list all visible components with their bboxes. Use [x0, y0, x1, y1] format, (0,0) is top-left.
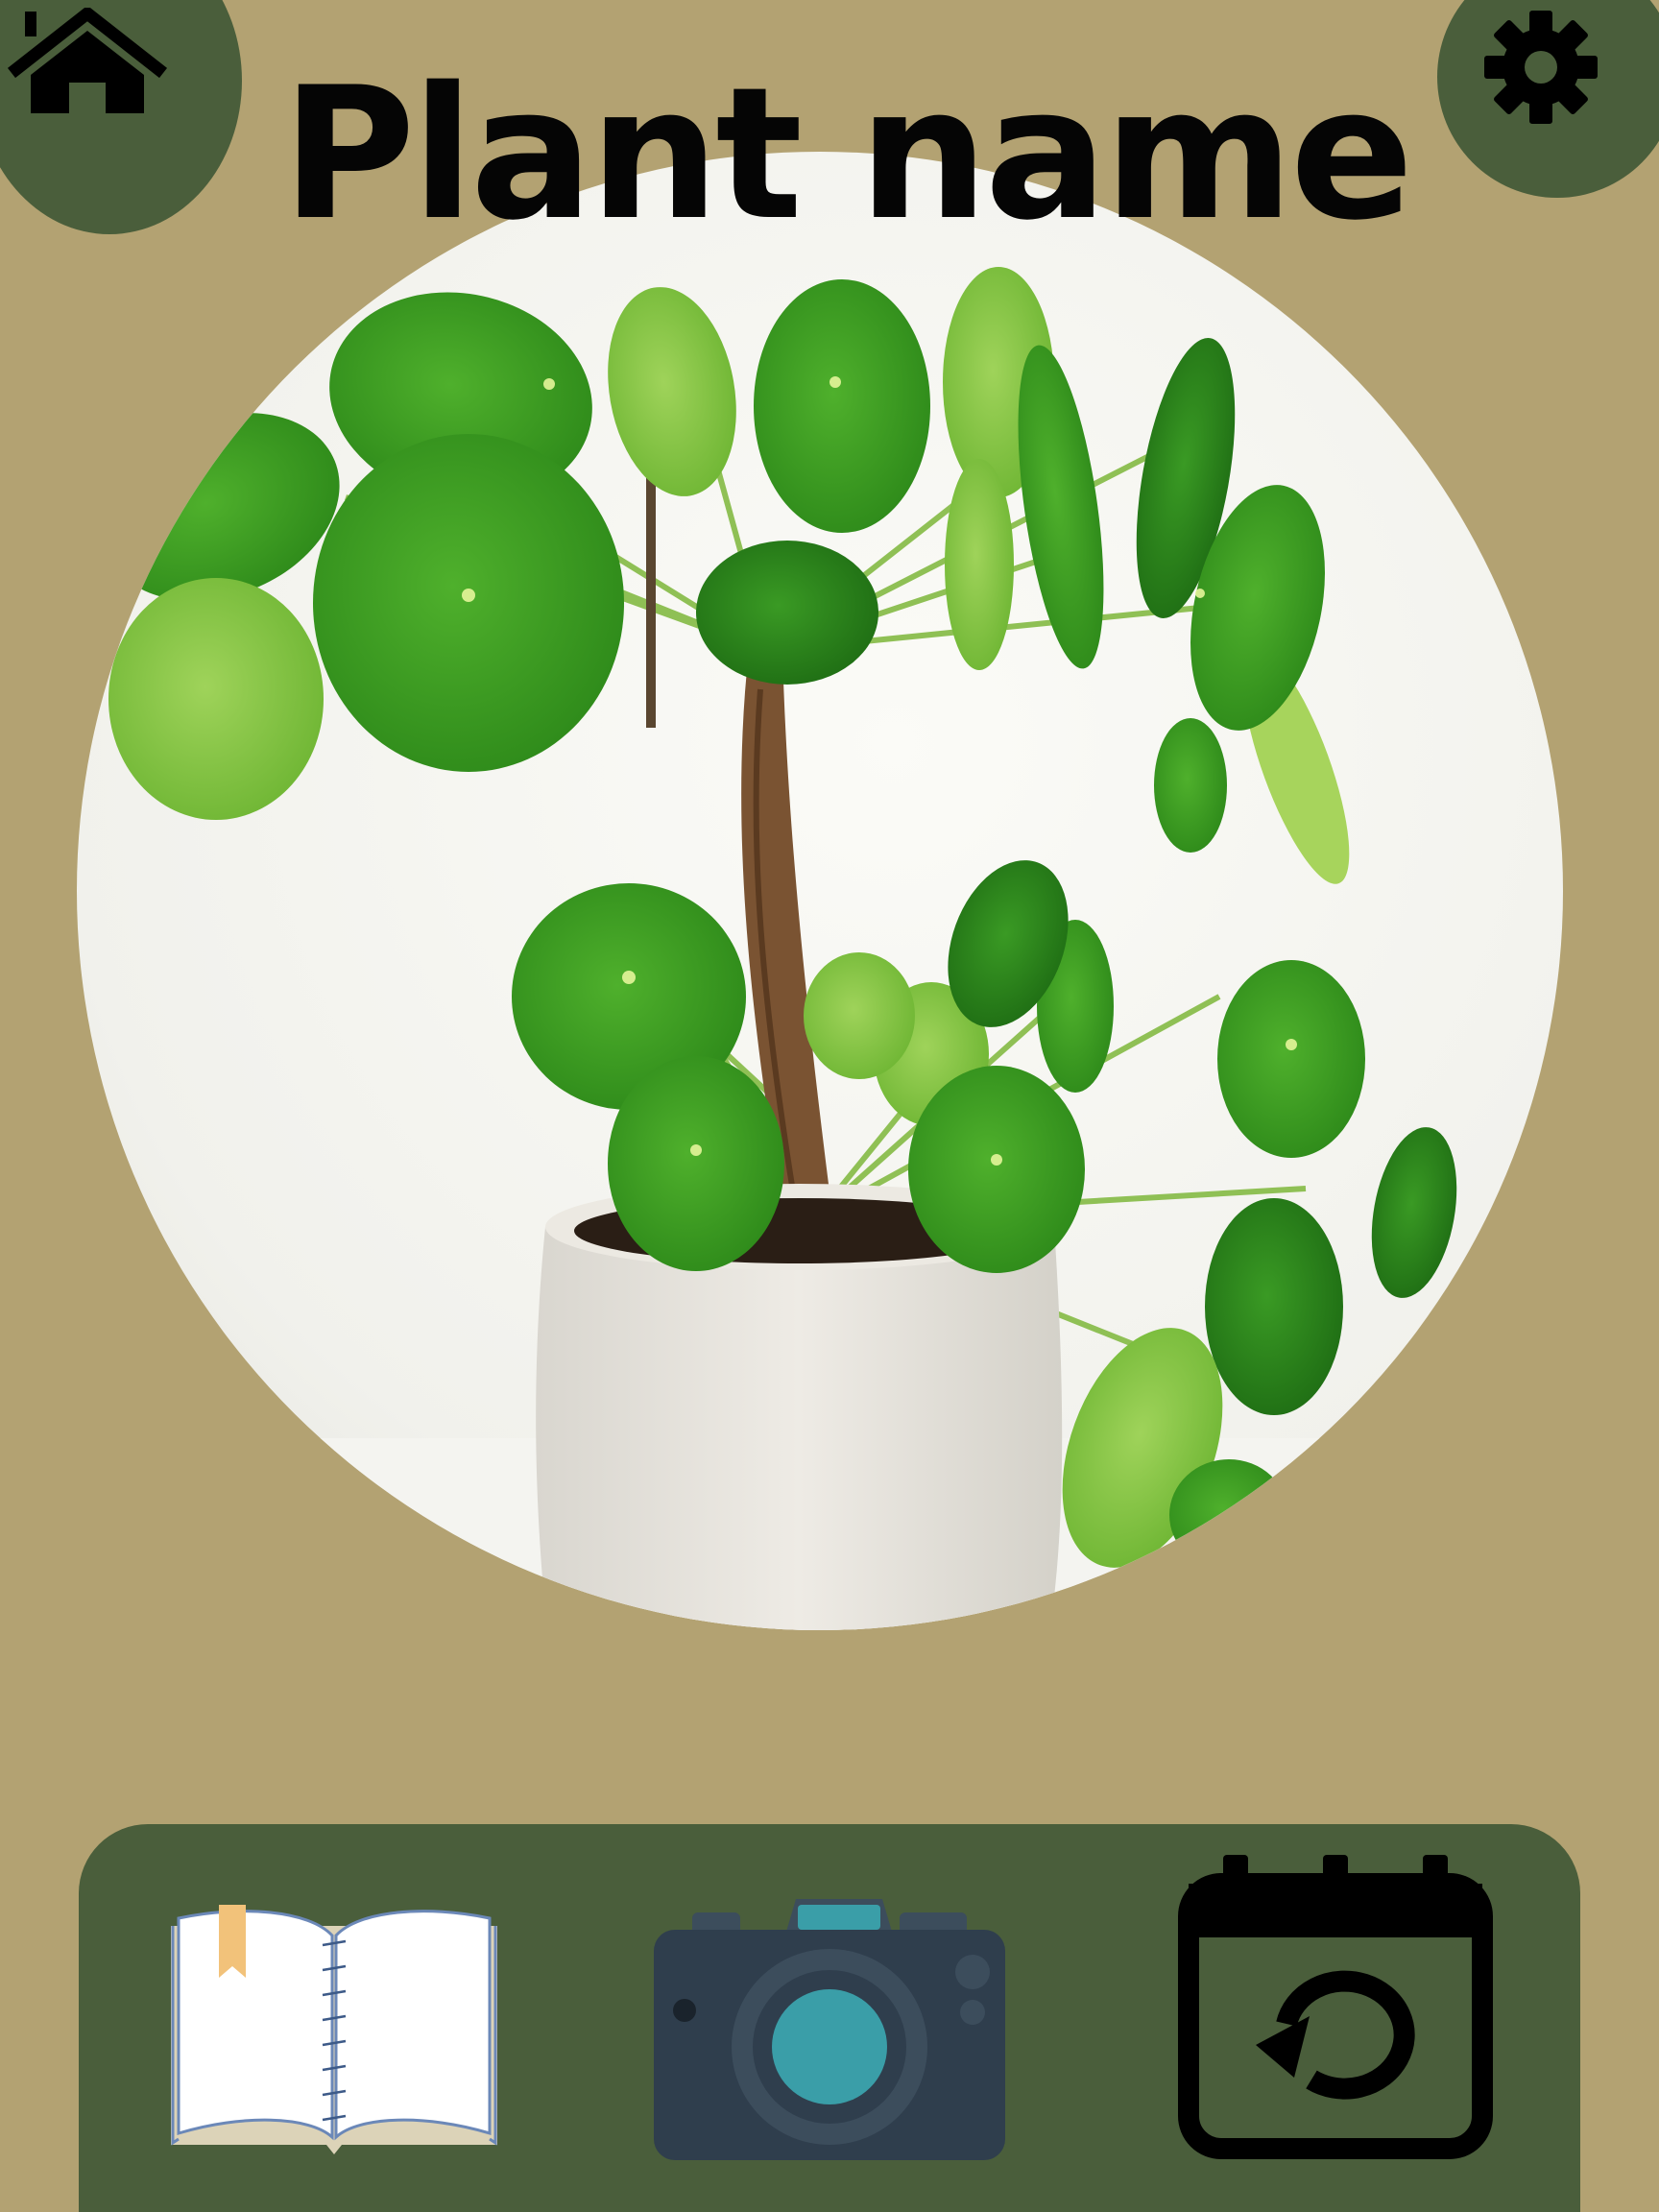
plant-photo [77, 152, 1563, 1630]
page-title: Plant name [281, 48, 1413, 260]
calendar-refresh-icon [1178, 1855, 1493, 2159]
camera-icon [654, 1899, 1005, 2160]
open-book-icon [171, 1905, 497, 2154]
camera-button[interactable] [652, 1893, 1007, 2166]
bottom-toolbar [79, 1824, 1580, 2212]
journal-button[interactable] [165, 1897, 503, 2160]
schedule-button[interactable] [1177, 1853, 1494, 2164]
